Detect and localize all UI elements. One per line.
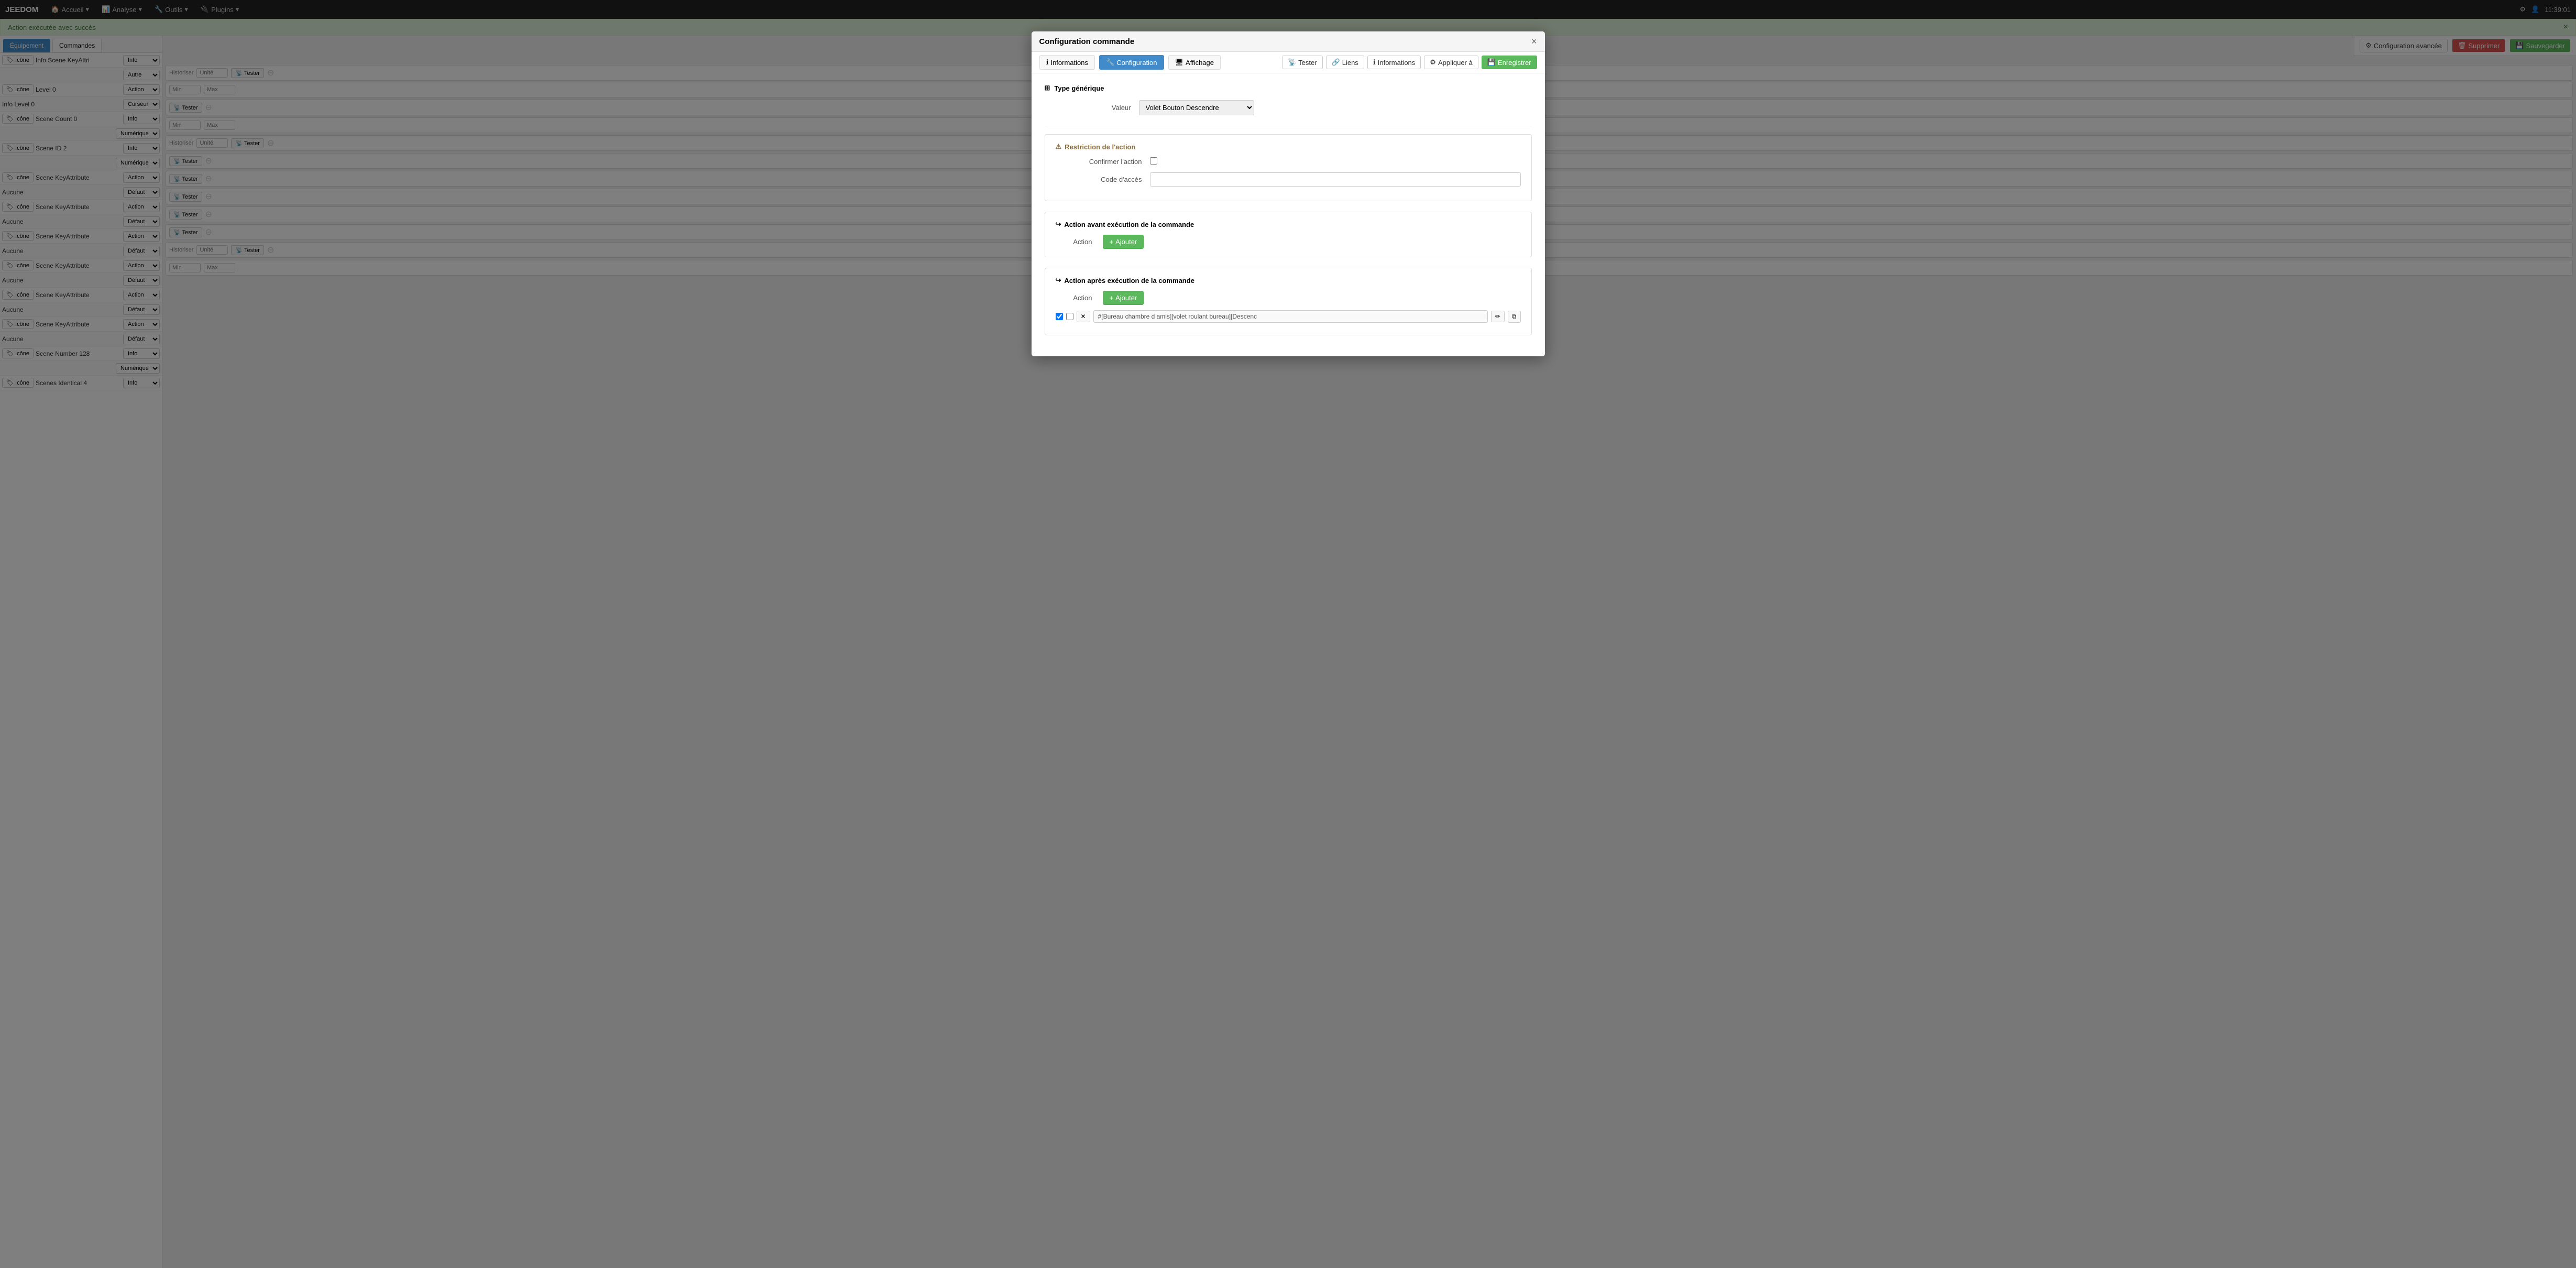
action-avant-section: ↪ Action avant exécution de la commande … — [1045, 212, 1532, 257]
after-action-items: ✕ #[Bureau chambre d amis][volet roulant… — [1056, 310, 1521, 323]
informations-btn[interactable]: ℹ Informations — [1367, 56, 1421, 69]
modal-overlay: Configuration commande × ℹ Informations … — [0, 0, 2576, 1268]
modal-body: ⊞ Type générique Valeur Volet Bouton Des… — [1032, 73, 1545, 356]
item-remove-btn-1[interactable]: ✕ — [1077, 311, 1090, 322]
ajouter-apres-btn[interactable]: + Ajouter — [1103, 291, 1144, 305]
arrow-right-icon: ↪ — [1056, 220, 1061, 228]
valeur-row: Valeur Volet Bouton Descendre — [1045, 100, 1532, 115]
code-acces-row: Code d'accès — [1056, 172, 1521, 187]
confirmer-control — [1150, 157, 1521, 166]
grid-icon: ⊞ — [1045, 84, 1050, 92]
code-acces-input[interactable] — [1150, 172, 1521, 187]
info-icon: ℹ — [1373, 58, 1376, 67]
action-apres-label: Action — [1056, 294, 1098, 302]
modal-top-bar: ℹ Informations 🔧 Configuration 🖥 Afficha… — [1032, 52, 1545, 73]
item-text-1: #[Bureau chambre d amis][volet roulant b… — [1093, 310, 1488, 323]
plus-icon-apres: + — [1110, 294, 1114, 302]
restriction-title: ⚠ Restriction de l'action — [1056, 143, 1521, 151]
code-acces-label: Code d'accès — [1056, 176, 1150, 183]
modal-tab-informations[interactable]: ℹ Informations — [1039, 55, 1095, 70]
type-generique-title: ⊞ Type générique — [1045, 84, 1532, 92]
action-avant-label: Action — [1056, 238, 1098, 246]
config-icon-tab: 🔧 — [1106, 58, 1114, 67]
modal-title: Configuration commande — [1039, 37, 1135, 46]
plus-icon-avant: + — [1110, 238, 1114, 246]
liens-btn[interactable]: 🔗 Liens — [1326, 56, 1364, 69]
confirmer-checkbox[interactable] — [1150, 157, 1157, 165]
item-edit-btn-1[interactable]: ✏ — [1491, 311, 1505, 322]
confirmer-label: Confirmer l'action — [1056, 158, 1150, 166]
confirmer-row: Confirmer l'action — [1056, 157, 1521, 166]
arrow-right-icon-2: ↪ — [1056, 276, 1061, 285]
valeur-label: Valeur — [1045, 104, 1139, 112]
ajouter-avant-btn[interactable]: + Ajouter — [1103, 235, 1144, 249]
tester-icon: 📡 — [1288, 58, 1296, 67]
tester-modal-btn[interactable]: 📡 Tester — [1282, 56, 1323, 69]
type-generique-section: ⊞ Type générique Valeur Volet Bouton Des… — [1045, 84, 1532, 115]
affichage-icon-tab: 🖥 — [1175, 58, 1184, 67]
modal-tab-affichage[interactable]: 🖥 Affichage — [1168, 55, 1221, 70]
action-avant-title: ↪ Action avant exécution de la commande — [1056, 220, 1521, 228]
modal-top-btns: 📡 Tester 🔗 Liens ℹ Informations ⚙ Appliq… — [1282, 56, 1537, 69]
action-apres-section: ↪ Action après exécution de la commande … — [1045, 268, 1532, 335]
enregistrer-btn[interactable]: 💾 Enregistrer — [1482, 56, 1537, 69]
item-enabled-1[interactable] — [1056, 313, 1063, 320]
gear-icon: ⚙ — [1430, 58, 1436, 67]
after-action-item-1: ✕ #[Bureau chambre d amis][volet roulant… — [1056, 310, 1521, 323]
warning-icon: ⚠ — [1056, 143, 1062, 151]
info-icon-tab: ℹ — [1046, 58, 1049, 67]
code-acces-control — [1150, 172, 1521, 187]
modal-tab-configuration[interactable]: 🔧 Configuration — [1099, 55, 1164, 70]
item-copy-btn-1[interactable]: ⧉ — [1508, 311, 1521, 323]
action-apres-row: Action + Ajouter — [1056, 291, 1521, 305]
item-check-1[interactable] — [1066, 313, 1073, 320]
modal: Configuration commande × ℹ Informations … — [1032, 31, 1545, 356]
valeur-select[interactable]: Volet Bouton Descendre — [1139, 100, 1254, 115]
restriction-section: ⚠ Restriction de l'action Confirmer l'ac… — [1045, 134, 1532, 201]
link-icon: 🔗 — [1332, 58, 1340, 67]
modal-header: Configuration commande × — [1032, 31, 1545, 52]
modal-close-btn[interactable]: × — [1531, 37, 1537, 46]
appliquer-btn[interactable]: ⚙ Appliquer à — [1424, 56, 1478, 69]
action-apres-title: ↪ Action après exécution de la commande — [1056, 276, 1521, 285]
action-avant-row: Action + Ajouter — [1056, 235, 1521, 249]
save-icon-modal: 💾 — [1487, 58, 1496, 67]
